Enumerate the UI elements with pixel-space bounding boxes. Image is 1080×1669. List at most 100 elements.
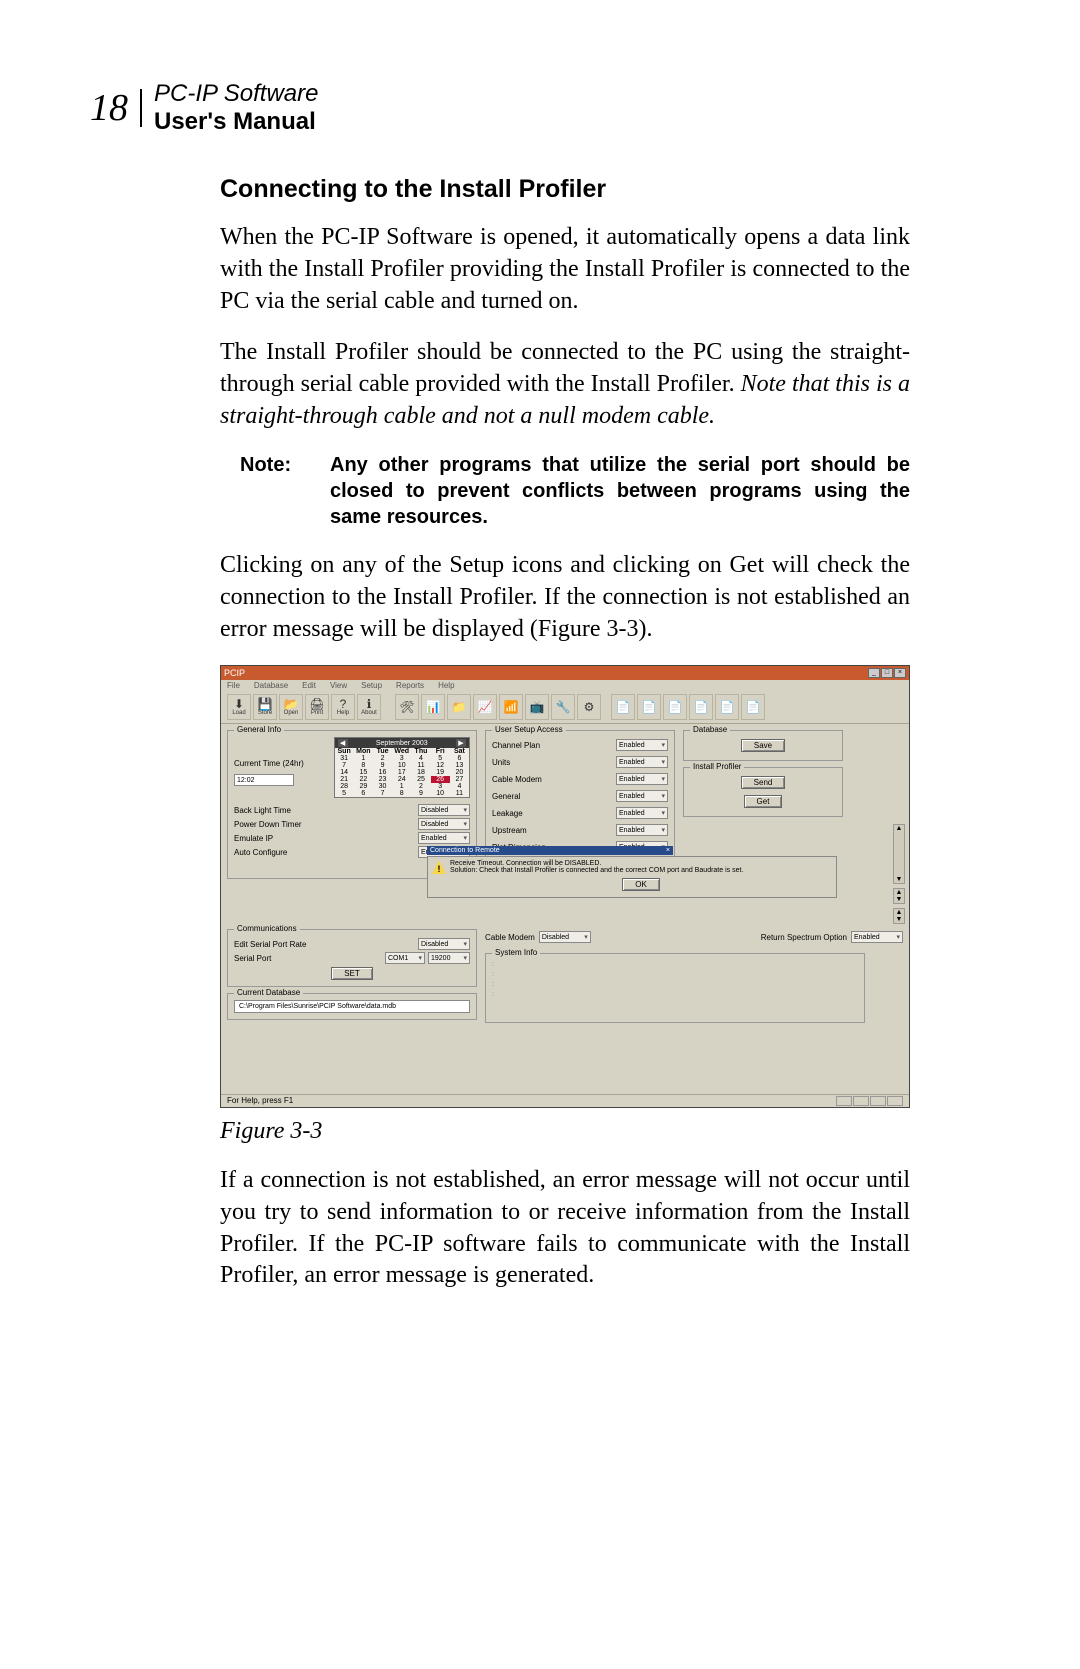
- cal-day[interactable]: 4: [411, 755, 430, 762]
- setup-icon-2[interactable]: 📊: [421, 694, 445, 720]
- menu-reports[interactable]: Reports: [396, 681, 424, 690]
- cal-prev-icon[interactable]: ◀: [338, 739, 348, 747]
- field-dropdown[interactable]: Disabled: [418, 818, 470, 830]
- cal-day[interactable]: 2: [411, 783, 430, 790]
- cal-day[interactable]: 3: [392, 755, 411, 762]
- field-dropdown[interactable]: Enabled: [616, 807, 668, 819]
- save-button[interactable]: Save: [741, 739, 785, 752]
- cal-day[interactable]: 28: [335, 783, 354, 790]
- field-label: Upstream: [492, 826, 564, 835]
- report-icon-6[interactable]: 📄: [741, 694, 765, 720]
- field-dropdown[interactable]: Enabled: [418, 832, 470, 844]
- report-icon-3[interactable]: 📄: [663, 694, 687, 720]
- field-dropdown[interactable]: Enabled: [616, 790, 668, 802]
- cal-day[interactable]: 7: [335, 762, 354, 769]
- scrollbar-2[interactable]: ▲▼: [893, 888, 905, 904]
- setup-icon-7[interactable]: 🔧: [551, 694, 575, 720]
- setup-icon-6[interactable]: 📺: [525, 694, 549, 720]
- cal-day[interactable]: 4: [450, 783, 469, 790]
- cal-day[interactable]: 11: [411, 762, 430, 769]
- print-icon[interactable]: 🖨Print: [305, 694, 329, 720]
- error-close-icon[interactable]: ×: [666, 847, 670, 854]
- cal-day[interactable]: 7: [373, 790, 392, 797]
- cal-day[interactable]: 18: [411, 769, 430, 776]
- field-dropdown[interactable]: Enabled: [616, 739, 668, 751]
- field-dropdown[interactable]: Disabled: [418, 804, 470, 816]
- serial-port-dropdown[interactable]: COM1: [385, 952, 425, 964]
- scrollbar-1[interactable]: ▲▼: [893, 824, 905, 884]
- setup-icon-3[interactable]: 📁: [447, 694, 471, 720]
- report-icon-4[interactable]: 📄: [689, 694, 713, 720]
- cal-day[interactable]: 29: [354, 783, 373, 790]
- setup-icon-5[interactable]: 📶: [499, 694, 523, 720]
- close-button[interactable]: ×: [894, 668, 906, 678]
- cal-day[interactable]: 15: [354, 769, 373, 776]
- cal-next-icon[interactable]: ▶: [456, 739, 466, 747]
- cal-day[interactable]: 14: [335, 769, 354, 776]
- cal-day[interactable]: 3: [431, 783, 450, 790]
- cal-day[interactable]: 1: [392, 783, 411, 790]
- menu-file[interactable]: File: [227, 681, 240, 690]
- cal-day[interactable]: 6: [354, 790, 373, 797]
- cal-day[interactable]: 13: [450, 762, 469, 769]
- cal-day[interactable]: 6: [450, 755, 469, 762]
- cal-day[interactable]: 25: [411, 776, 430, 783]
- setup-icon-1[interactable]: 🛠: [395, 694, 419, 720]
- cal-day[interactable]: 27: [450, 776, 469, 783]
- serial-rate-dropdown[interactable]: Disabled: [418, 938, 470, 950]
- send-button[interactable]: Send: [741, 776, 786, 789]
- menu-edit[interactable]: Edit: [302, 681, 316, 690]
- maximize-button[interactable]: □: [881, 668, 893, 678]
- cal-day[interactable]: 9: [373, 762, 392, 769]
- menu-database[interactable]: Database: [254, 681, 288, 690]
- about-icon[interactable]: ℹAbout: [357, 694, 381, 720]
- load-icon[interactable]: ⬇Load: [227, 694, 251, 720]
- cal-day[interactable]: 16: [373, 769, 392, 776]
- scrollbar-3[interactable]: ▲▼: [893, 908, 905, 924]
- field-dropdown[interactable]: Enabled: [616, 824, 668, 836]
- cal-day[interactable]: 1: [354, 755, 373, 762]
- cal-day[interactable]: 22: [354, 776, 373, 783]
- return-spectrum-dropdown[interactable]: Enabled: [851, 931, 903, 943]
- cablemodem-dropdown[interactable]: Disabled: [539, 931, 591, 943]
- minimize-button[interactable]: _: [868, 668, 880, 678]
- set-button[interactable]: SET: [331, 967, 373, 980]
- cal-day[interactable]: 11: [450, 790, 469, 797]
- cal-day[interactable]: 5: [431, 755, 450, 762]
- cal-day[interactable]: 10: [392, 762, 411, 769]
- baud-dropdown[interactable]: 19200: [428, 952, 470, 964]
- report-icon-2[interactable]: 📄: [637, 694, 661, 720]
- cal-day[interactable]: 23: [373, 776, 392, 783]
- setup-icon-4[interactable]: 📈: [473, 694, 497, 720]
- report-icon-1[interactable]: 📄: [611, 694, 635, 720]
- setup-icon-8[interactable]: ⚙: [577, 694, 601, 720]
- menu-view[interactable]: View: [330, 681, 347, 690]
- get-button[interactable]: Get: [744, 795, 783, 808]
- menu-help[interactable]: Help: [438, 681, 454, 690]
- cal-day[interactable]: 31: [335, 755, 354, 762]
- cal-day[interactable]: 8: [354, 762, 373, 769]
- cal-day[interactable]: 24: [392, 776, 411, 783]
- cal-day[interactable]: 21: [335, 776, 354, 783]
- cal-day[interactable]: 30: [373, 783, 392, 790]
- open-icon[interactable]: 📂Open: [279, 694, 303, 720]
- cal-day[interactable]: 10: [431, 790, 450, 797]
- cal-day[interactable]: 19: [431, 769, 450, 776]
- cal-day[interactable]: 17: [392, 769, 411, 776]
- field-dropdown[interactable]: Enabled: [616, 756, 668, 768]
- store-icon[interactable]: 💾Store: [253, 694, 277, 720]
- error-ok-button[interactable]: OK: [622, 878, 660, 891]
- cal-day[interactable]: 5: [335, 790, 354, 797]
- help-icon[interactable]: ?Help: [331, 694, 355, 720]
- calendar[interactable]: ◀ September 2003 ▶ SunMonTueWedThuFriSat…: [334, 737, 470, 798]
- cal-day[interactable]: 12: [431, 762, 450, 769]
- menu-setup[interactable]: Setup: [361, 681, 382, 690]
- field-dropdown[interactable]: Enabled: [616, 773, 668, 785]
- cal-day[interactable]: 2: [373, 755, 392, 762]
- cal-day[interactable]: 9: [411, 790, 430, 797]
- cal-day[interactable]: 20: [450, 769, 469, 776]
- general-field-row: Back Light TimeDisabled: [234, 804, 470, 816]
- cal-day[interactable]: 8: [392, 790, 411, 797]
- cal-day[interactable]: 26: [431, 776, 450, 783]
- report-icon-5[interactable]: 📄: [715, 694, 739, 720]
